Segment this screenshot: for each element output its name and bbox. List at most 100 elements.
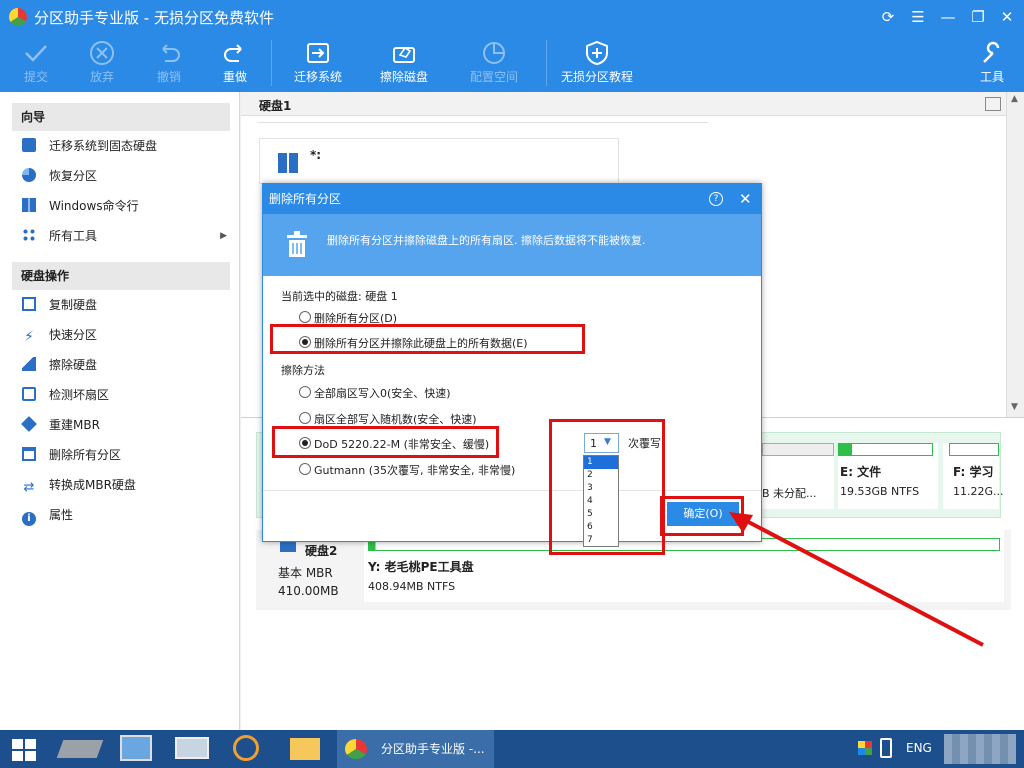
- radio-method-zero[interactable]: [299, 386, 311, 398]
- sidebar-item-bad-sector[interactable]: 检测坏扇区: [22, 380, 109, 410]
- dialog-warning-text: 删除所有分区并擦除磁盘上的所有扇区. 擦除后数据将不能被恢复.: [327, 234, 646, 247]
- commit-button[interactable]: 提交: [12, 34, 60, 92]
- toolbar: 提交 放弃 撤销 重做 迁移系统 擦除磁盘 配置空间 无损分区教程 工具: [0, 34, 1024, 92]
- annotation-highlight-dod: [272, 426, 499, 458]
- lightning-icon: ⚡: [24, 329, 34, 345]
- partition-e[interactable]: E: 文件 19.53GB NTFS: [838, 443, 938, 509]
- keyboard-icon[interactable]: [175, 737, 209, 759]
- tutorial-button[interactable]: 无损分区教程: [556, 34, 638, 92]
- sidebar-item-migrate-ssd[interactable]: 迁移系统到固态硬盘: [22, 131, 157, 161]
- close-button[interactable]: ✕: [996, 6, 1018, 28]
- taskbar-app-label: 分区助手专业版 -...: [381, 742, 485, 756]
- sidebar-item-convert-mbr[interactable]: ⇄ 转换成MBR硬盘: [22, 470, 136, 500]
- sidebar-item-quick-partition[interactable]: ⚡ 快速分区: [22, 320, 97, 350]
- dialog-footer-divider: [263, 490, 761, 491]
- wipe-disk-button[interactable]: 擦除磁盘: [374, 34, 434, 92]
- taskbar: 分区助手专业版 -... ENG: [0, 730, 1024, 768]
- radio-method-zero-label: 全部扇区写入0(安全、快速): [314, 387, 451, 400]
- tray-device-icon[interactable]: [880, 738, 892, 758]
- submenu-arrow-icon: ▶: [220, 231, 227, 241]
- partition-f[interactable]: F: 学习 11.22G...: [943, 443, 1004, 509]
- sidebar-item-delete-all[interactable]: 删除所有分区: [22, 440, 121, 470]
- clock-blurred[interactable]: [944, 734, 1016, 764]
- undo-label: 撤销: [156, 70, 181, 84]
- disk2-type: 基本 MBR: [278, 566, 333, 580]
- redo-icon: [224, 44, 242, 62]
- partition-e-name: E: 文件: [840, 465, 882, 479]
- unallocated-partition[interactable]: B 未分配...: [762, 443, 834, 509]
- grid-icon: [22, 228, 36, 242]
- taskbar-app-partition-assistant[interactable]: 分区助手专业版 -...: [337, 730, 494, 768]
- tools-button[interactable]: 工具: [972, 34, 1012, 92]
- wipe-label: 擦除磁盘: [379, 70, 428, 84]
- tag-icon: [21, 416, 37, 432]
- menu-icon[interactable]: ☰: [907, 6, 929, 28]
- chip-icon[interactable]: [56, 740, 104, 758]
- sidebar-item-rebuild-mbr[interactable]: 重建MBR: [21, 410, 100, 440]
- app-logo-icon: [345, 739, 367, 759]
- partition-f-usage-bar: [949, 443, 999, 456]
- radio-delete-only[interactable]: [299, 311, 311, 323]
- disk2-name: 硬盘2: [305, 544, 338, 558]
- dialog-title: 删除所有分区: [269, 192, 342, 206]
- wrench-icon: [983, 41, 1000, 63]
- sidebar-item-cmd[interactable]: Windows命令行: [22, 191, 139, 221]
- sidebar-item-label: 重建MBR: [49, 418, 100, 432]
- trash-icon: [287, 231, 307, 257]
- broom-icon: [22, 357, 36, 371]
- partition-f-name: F: 学习: [953, 465, 994, 479]
- check-icon: [25, 45, 47, 62]
- trash-icon: [22, 447, 36, 461]
- sidebar-item-label: 复制硬盘: [49, 298, 98, 312]
- sidebar-item-recover[interactable]: 恢复分区: [22, 161, 97, 191]
- tray-color-icon[interactable]: [858, 741, 872, 755]
- language-indicator[interactable]: ENG: [906, 741, 932, 755]
- title-bar: 分区助手专业版 - 无损分区免费软件 ⟳ ☰ — ❐ ✕: [0, 0, 1024, 34]
- radio-method-random[interactable]: [299, 412, 311, 424]
- info-icon: i: [22, 512, 36, 526]
- migrate-os-button[interactable]: 迁移系统: [288, 34, 348, 92]
- sidebar-item-label: 所有工具: [49, 229, 98, 243]
- redo-button[interactable]: 重做: [211, 34, 259, 92]
- dialog-close-button[interactable]: ✕: [739, 184, 752, 214]
- network-computer-icon[interactable]: [120, 735, 152, 761]
- sidebar-item-copy-disk[interactable]: 复制硬盘: [22, 290, 97, 320]
- radio-method-gutmann-label: Gutmann (35次覆写, 非常安全, 非常慢): [314, 464, 516, 477]
- sidebar-item-wipe-disk[interactable]: 擦除硬盘: [22, 350, 97, 380]
- sidebar-item-properties[interactable]: i 属性: [22, 500, 73, 530]
- partition-e-usage-bar: [838, 443, 933, 456]
- sidebar-item-label: 恢复分区: [49, 169, 98, 183]
- shield-icon: [586, 40, 608, 66]
- sidebar-item-all-tools[interactable]: 所有工具 ▶: [22, 221, 227, 251]
- view-toggle-icon[interactable]: [985, 97, 1001, 111]
- partition-y-info: 408.94MB NTFS: [368, 580, 456, 593]
- sidebar-item-label: 转换成MBR硬盘: [49, 478, 136, 492]
- start-windows-icon[interactable]: [12, 739, 36, 761]
- tutorial-label: 无损分区教程: [560, 70, 633, 84]
- sidebar-item-label: 删除所有分区: [49, 448, 122, 462]
- system-disk-card[interactable]: *:: [259, 138, 619, 184]
- sidebar-item-label: 快速分区: [49, 328, 98, 342]
- folder-icon[interactable]: [290, 738, 320, 760]
- help-icon[interactable]: ?: [709, 192, 723, 206]
- system-drive-label: *:: [310, 148, 322, 162]
- sidebar-item-label: 迁移系统到固态硬盘: [49, 139, 158, 153]
- allocate-space-button[interactable]: 配置空间: [464, 34, 524, 92]
- recover-pie-icon: [22, 168, 36, 182]
- migrate-label: 迁移系统: [293, 70, 342, 84]
- unallocated-label: B 未分配...: [762, 487, 817, 500]
- windows-icon: [22, 198, 36, 212]
- radio-method-gutmann[interactable]: [299, 463, 311, 475]
- minimize-button[interactable]: —: [937, 6, 959, 28]
- discard-button[interactable]: 放弃: [78, 34, 126, 92]
- toolbar-separator: [271, 40, 272, 86]
- refresh-icon[interactable]: ⟳: [877, 6, 899, 28]
- undo-button[interactable]: 撤销: [145, 34, 193, 92]
- magnifier-icon[interactable]: [233, 735, 259, 761]
- restore-button[interactable]: ❐: [967, 6, 989, 28]
- scrollbar-upper[interactable]: ▲ ▼: [1006, 92, 1024, 417]
- disk-header: 硬盘1: [241, 92, 1024, 116]
- alloc-label: 配置空间: [469, 70, 518, 84]
- discard-label: 放弃: [89, 70, 114, 84]
- disk-ops-section-header: 硬盘操作: [12, 262, 230, 290]
